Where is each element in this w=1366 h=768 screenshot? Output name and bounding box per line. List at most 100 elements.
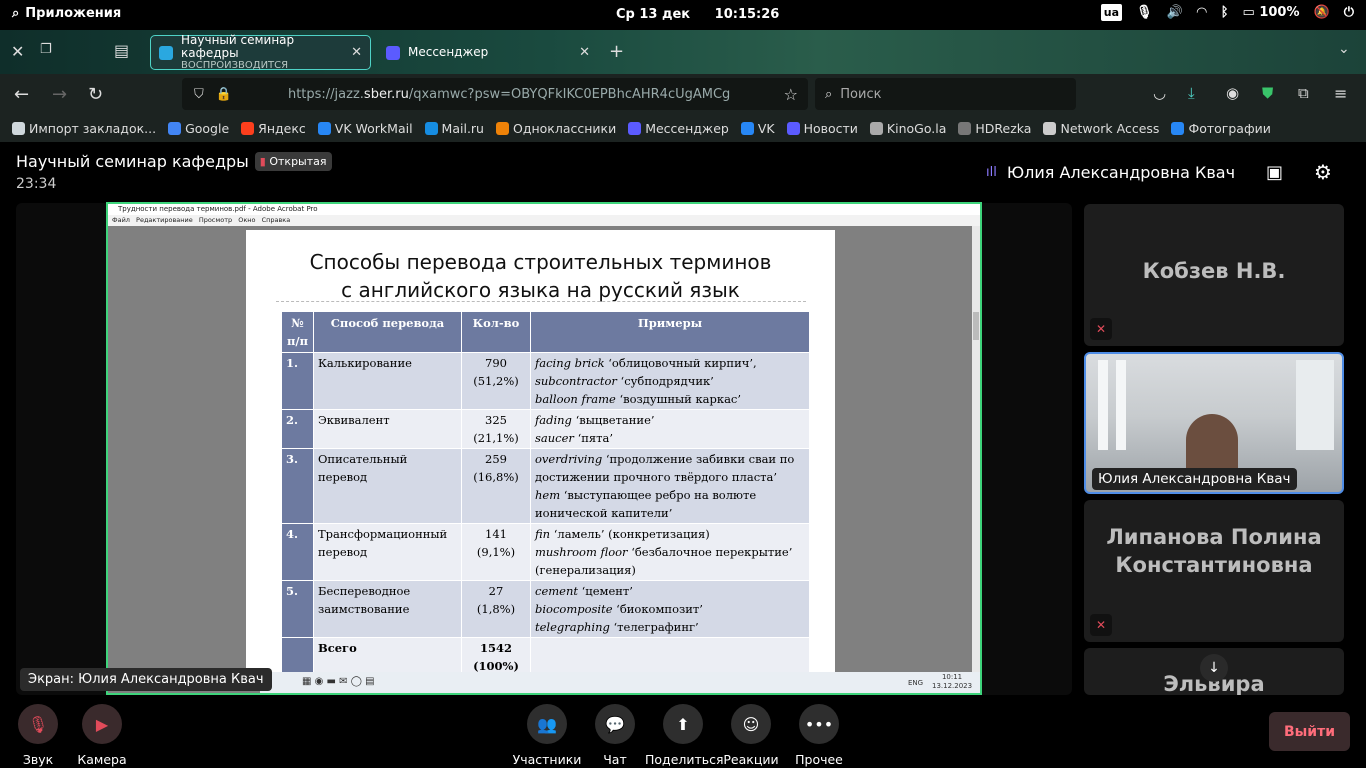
row-count-percent: (51,2%) bbox=[473, 374, 519, 388]
table-header-row: № п/п Способ перевода Кол-во Примеры bbox=[281, 311, 810, 353]
battery-indicator[interactable]: ▭ 100% bbox=[1243, 5, 1300, 20]
sound-button[interactable]: 🎙 Звук bbox=[3, 704, 73, 767]
row-examples bbox=[530, 637, 810, 677]
account-icon[interactable]: ◉ bbox=[1226, 84, 1239, 102]
lock-icon[interactable]: 🔒 bbox=[216, 87, 232, 102]
system-clock[interactable]: Ср 13 дек 10:15:26 bbox=[616, 7, 799, 22]
bookmark-item[interactable]: KinoGo.la bbox=[869, 121, 946, 136]
tab-groups-icon[interactable]: ▤ bbox=[114, 41, 129, 60]
more-button[interactable]: ••• Прочее bbox=[784, 704, 854, 767]
taskbar-apps-icon: ▦ ◉ ▬ ✉ ◯ ▤ bbox=[302, 676, 375, 687]
system-top-bar: ⌕ Приложения Ср 13 дек 10:15:26 ua 🎙 🔊 ◠… bbox=[0, 0, 1366, 30]
bookmark-label: VK WorkMail bbox=[334, 120, 413, 136]
keyboard-layout[interactable]: ua bbox=[1100, 4, 1122, 21]
bookmark-item[interactable]: Мессенджер bbox=[628, 121, 729, 136]
reactions-button[interactable]: ☺ Реакции bbox=[716, 704, 786, 767]
bookmarks-bar: Импорт закладок... Google Яндекс VK WorkMai… bbox=[0, 114, 1366, 142]
slide-divider bbox=[276, 301, 806, 302]
bookmark-item[interactable]: VK WorkMail bbox=[317, 120, 413, 136]
shield-icon[interactable]: ⛉ bbox=[194, 87, 204, 102]
bluetooth-off-icon[interactable]: ᛒ bbox=[1221, 5, 1229, 20]
row-examples: fading ‘выцветание’ saucer ‘пята’ bbox=[530, 409, 810, 449]
leave-button[interactable]: Выйти bbox=[1269, 712, 1350, 751]
row-number: 1. bbox=[281, 352, 314, 410]
header-examples: Примеры bbox=[530, 311, 810, 353]
restore-window-icon[interactable]: ❐ bbox=[40, 42, 52, 57]
participants-button[interactable]: 👥 Участники bbox=[512, 704, 582, 767]
bookmark-item[interactable]: Google bbox=[168, 121, 229, 136]
apps-menu[interactable]: ⌕ Приложения bbox=[12, 6, 121, 21]
row-number: 2. bbox=[281, 409, 314, 449]
bookmark-item[interactable]: Фотографии bbox=[1171, 120, 1271, 136]
bookmark-item[interactable]: Mail.ru bbox=[424, 120, 484, 136]
example-line: mushroom floor ‘безбалочное перекрытие’ … bbox=[535, 543, 805, 579]
acrobat-scrollbar bbox=[972, 226, 980, 672]
tab-messenger[interactable]: Мессенджер ✕ bbox=[378, 35, 598, 70]
screen-share-label: Экран: Юлия Александровна Квач bbox=[20, 668, 272, 691]
notifications-off-icon[interactable]: 🔕 bbox=[1314, 5, 1330, 20]
new-tab-icon[interactable]: + bbox=[609, 41, 624, 62]
example-translation: ‘субподрядчик’ bbox=[616, 374, 714, 388]
scroll-down-icon[interactable]: ↓ bbox=[1200, 654, 1228, 682]
wifi-icon[interactable]: ◠ bbox=[1197, 5, 1207, 20]
row-examples: fin ‘ламель’ (конкретизация) mushroom flo… bbox=[530, 523, 810, 581]
close-window-icon[interactable]: ✕ bbox=[11, 42, 24, 61]
camera-button[interactable]: ▶ Камера bbox=[67, 704, 137, 767]
reload-icon[interactable]: ↻ bbox=[88, 84, 103, 105]
bookmark-star-icon[interactable]: ☆ bbox=[784, 85, 798, 104]
taskbar-lang: ENG bbox=[908, 679, 924, 687]
meeting-access-badge[interactable]: ▮ Открытая bbox=[254, 152, 332, 171]
microphone-icon[interactable]: 🎙 bbox=[1136, 5, 1153, 20]
bookmark-item[interactable]: VK bbox=[740, 121, 775, 136]
bookmark-item[interactable]: HDRezka bbox=[958, 121, 1031, 136]
bookmark-favicon-icon bbox=[869, 121, 883, 135]
extensions-icon[interactable]: ⧉ bbox=[1298, 84, 1309, 102]
bookmark-label: Фотографии bbox=[1188, 120, 1271, 136]
tab-subtitle: ВОСПРОИЗВОДИТСЯ bbox=[181, 60, 289, 71]
table-row: 1. Калькирование 790 (51,2%) facing brick ‘о… bbox=[281, 352, 810, 410]
bookmark-label: Яндекс bbox=[258, 120, 306, 136]
row-count: 27 (1,8%) bbox=[461, 580, 531, 638]
bookmark-item[interactable]: Новости bbox=[786, 121, 858, 136]
participant-tile[interactable]: Кобзев Н.В. ✕ bbox=[1084, 204, 1344, 346]
forward-icon[interactable]: → bbox=[52, 84, 67, 105]
meeting-timer: 23:34 bbox=[16, 176, 57, 192]
vpn-shield-icon[interactable]: ⛊ bbox=[1262, 84, 1273, 102]
tab-meeting[interactable]: Научный семинар кафедры ВОСПРОИЗВОДИТСЯ … bbox=[150, 34, 371, 71]
settings-gear-icon[interactable]: ⚙ bbox=[1314, 160, 1332, 184]
example-term: overdriving bbox=[535, 452, 603, 466]
power-icon[interactable]: ⏻ bbox=[1344, 5, 1354, 20]
layout-icon[interactable]: ▣ bbox=[1266, 162, 1283, 183]
volume-icon[interactable]: 🔊 bbox=[1167, 5, 1183, 20]
bookmark-item[interactable]: Одноклассники bbox=[495, 120, 617, 136]
participant-tile[interactable]: Липанова Полина Константиновна ✕ bbox=[1084, 500, 1344, 642]
menu-icon[interactable]: ≡ bbox=[1334, 84, 1347, 103]
row-count-value: 259 bbox=[485, 452, 507, 466]
close-tab-icon[interactable]: ✕ bbox=[579, 45, 590, 60]
bookmark-label: Network Access bbox=[1060, 120, 1160, 136]
close-tab-icon[interactable]: ✕ bbox=[351, 45, 362, 60]
bookmark-item[interactable]: Импорт закладок... bbox=[12, 121, 156, 136]
example-line: subcontractor ‘субподрядчик’ bbox=[535, 372, 805, 390]
example-line: telegraphing ‘телеграфинг’ bbox=[535, 618, 805, 636]
shared-screen[interactable]: Трудности перевода терминов.pdf - Adobe … bbox=[106, 202, 982, 695]
row-count-percent: (21,1%) bbox=[473, 431, 519, 445]
chat-button[interactable]: 💬 Чат bbox=[580, 704, 650, 767]
search-input[interactable]: ⌕ Поиск bbox=[815, 78, 1076, 110]
share-button[interactable]: ⬆ Поделиться bbox=[645, 704, 724, 767]
downloads-icon[interactable]: ⤓ bbox=[1188, 84, 1195, 102]
tab-list-chevron-icon[interactable]: ⌄ bbox=[1338, 41, 1350, 57]
participant-video-tile[interactable]: Юлия Александровна Квач bbox=[1084, 352, 1344, 494]
bookmark-item[interactable]: Яндекс bbox=[241, 121, 306, 136]
bookmark-label: Мессенджер bbox=[645, 120, 729, 136]
bookmark-item[interactable]: Network Access bbox=[1043, 121, 1159, 136]
url-bar[interactable]: ⛉ 🔒 https://jazz.sber.ru/qxamwc?psw=OBYQ… bbox=[182, 78, 808, 110]
back-icon[interactable]: ← bbox=[14, 84, 29, 105]
bookmark-label: Одноклассники bbox=[512, 120, 617, 136]
bookmark-label: Mail.ru bbox=[441, 120, 484, 136]
row-examples: overdriving ‘продолжение забивки сваи по… bbox=[530, 448, 810, 524]
pocket-icon[interactable]: ◡ bbox=[1153, 84, 1166, 102]
bookmark-favicon-icon bbox=[495, 121, 509, 135]
example-translation: ‘пята’ bbox=[573, 431, 614, 445]
example-line: fin ‘ламель’ (конкретизация) bbox=[535, 525, 805, 543]
